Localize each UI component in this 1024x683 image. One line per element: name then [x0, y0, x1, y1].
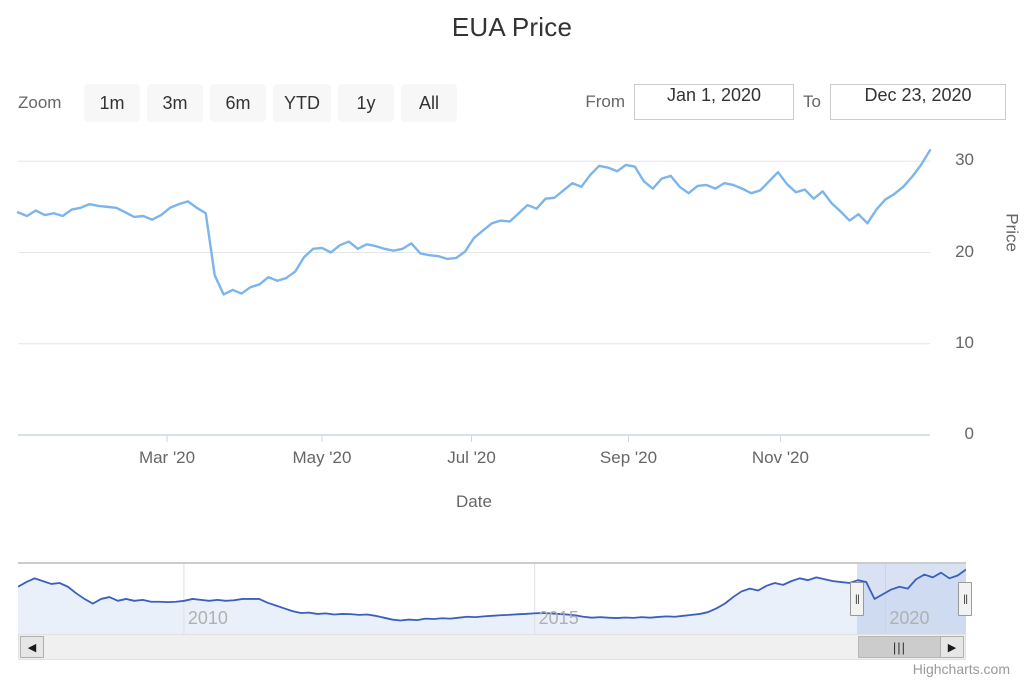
to-date-input[interactable]: Dec 23, 2020 [830, 84, 1006, 120]
navigator-year-label-2010: 2010 [187, 608, 228, 628]
x-axis-title: Date [456, 492, 492, 511]
range-button-ytd[interactable]: YTD [273, 84, 331, 122]
y-axis-label-10: 10 [955, 332, 974, 352]
scrollbar-track[interactable] [44, 636, 858, 658]
x-axis-label-0: Mar '20 [138, 448, 196, 467]
main-plot-area[interactable] [16, 143, 932, 442]
from-label: From [585, 92, 626, 111]
y-axis-label-0: 0 [964, 424, 974, 443]
navigator[interactable] [18, 562, 966, 634]
x-axis-label-3: Sep '20 [599, 448, 658, 467]
to-label: To [803, 92, 821, 111]
range-button-1y[interactable]: 1y [338, 84, 394, 122]
range-selector-inputs: From Jan 1, 2020 To Dec 23, 2020 [585, 84, 1006, 120]
range-selector: Zoom 1m 3m 6m YTD 1y All From Jan 1, 2020 To … [0, 84, 1024, 126]
scrollbar-right-arrow[interactable]: ▶ [940, 636, 964, 658]
y-axis-title: Price [1003, 213, 1022, 252]
navigator-year-label-2015: 2015 [538, 608, 579, 628]
range-button-1m[interactable]: 1m [84, 84, 140, 122]
credits-label[interactable]: Highcharts.com [913, 661, 1010, 677]
highcharts-stock-chart: EUA Price Zoom 1m 3m 6m YTD 1y All From Jan 1… [0, 0, 1024, 683]
scrollbar-thumb[interactable]: ||| [857, 636, 941, 658]
page-title: EUA Price [451, 12, 573, 42]
navigator-svg[interactable] [18, 562, 966, 634]
navigator-scrollbar[interactable]: ◀ ||| ▶ [18, 634, 966, 660]
navigator-year-label-2020: 2020 [889, 608, 930, 628]
x-axis-label-4: Nov '20 [751, 448, 809, 467]
y-axis-label-30: 30 [955, 150, 974, 170]
x-axis-label-1: May '20 [292, 448, 352, 467]
range-button-6m[interactable]: 6m [210, 84, 266, 122]
navigator-handle-right[interactable]: ‖ [958, 582, 972, 616]
main-series-svg [16, 149, 932, 442]
navigator-handle-left[interactable]: ‖ [849, 582, 864, 616]
range-button-all[interactable]: All [401, 84, 457, 122]
eua-price-line[interactable] [16, 149, 932, 296]
y-axis-label-20: 20 [955, 241, 974, 261]
handle-grip-icon: ‖ [854, 591, 860, 607]
zoom-label: Zoom [18, 93, 62, 112]
x-axis-label-2: Jul '20 [447, 448, 496, 467]
scrollbar-left-arrow[interactable]: ◀ [20, 636, 44, 658]
range-selector-buttons: 1m 3m 6m YTD 1y All [84, 84, 457, 122]
range-button-3m[interactable]: 3m [147, 84, 203, 122]
handle-grip-icon: ‖ [962, 591, 968, 607]
from-date-input[interactable]: Jan 1, 2020 [634, 84, 795, 120]
